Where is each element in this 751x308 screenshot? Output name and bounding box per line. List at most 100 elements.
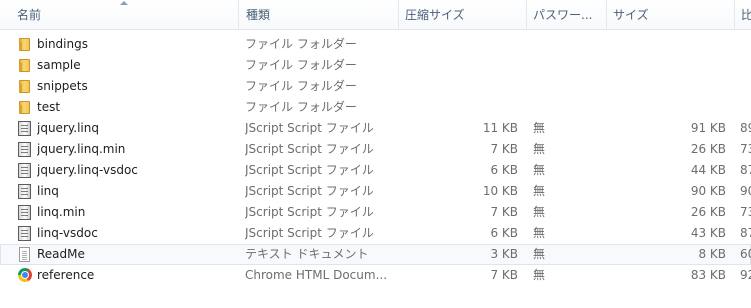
file-password bbox=[533, 34, 593, 55]
file-name: test bbox=[37, 100, 61, 114]
file-icon-cell bbox=[17, 181, 35, 202]
file-icon-cell bbox=[17, 202, 35, 223]
file-password bbox=[533, 97, 593, 118]
file-password: 無 bbox=[533, 163, 546, 177]
file-password: 無 bbox=[533, 142, 546, 156]
file-compressed-size bbox=[404, 34, 518, 55]
folder-icon bbox=[19, 59, 30, 72]
script-file-icon bbox=[18, 184, 31, 199]
file-ratio: 87 bbox=[740, 163, 751, 177]
file-size: 8 KB bbox=[698, 247, 726, 261]
file-password: 無 bbox=[533, 268, 546, 282]
file-size: 44 KB bbox=[690, 163, 726, 177]
column-header-bar: 名前 種類 圧縮サイズ パスワー... サイズ 比 bbox=[0, 0, 751, 30]
file-name: jquery.linq-vsdoc bbox=[37, 163, 138, 177]
file-type: JScript Script ファイル bbox=[245, 205, 374, 219]
file-icon-cell bbox=[17, 223, 35, 244]
file-icon-cell bbox=[17, 160, 35, 181]
file-ratio bbox=[740, 76, 751, 97]
file-icon-cell bbox=[17, 118, 35, 139]
file-ratio: 92 bbox=[740, 268, 751, 282]
column-divider[interactable] bbox=[526, 0, 527, 29]
file-icon-cell bbox=[17, 97, 35, 118]
file-name: linq-vsdoc bbox=[37, 226, 98, 240]
file-compressed-size: 10 KB bbox=[482, 184, 518, 198]
file-row[interactable]: linq JScript Script ファイル 10 KB 無 90 KB 90 bbox=[0, 181, 751, 202]
file-password: 無 bbox=[533, 226, 546, 240]
file-size: 43 KB bbox=[690, 226, 726, 240]
file-icon-cell bbox=[17, 265, 35, 286]
file-row[interactable]: snippets ファイル フォルダー bbox=[0, 76, 751, 97]
folder-icon bbox=[19, 80, 30, 93]
file-size: 83 KB bbox=[690, 268, 726, 282]
file-row[interactable]: jquery.linq.min JScript Script ファイル 7 KB 無 2… bbox=[0, 139, 751, 160]
file-name: bindings bbox=[37, 37, 88, 51]
column-header-compressed-size[interactable]: 圧縮サイズ bbox=[400, 0, 524, 29]
file-row[interactable]: reference Chrome HTML Docum... 7 KB 無 83 KB 9… bbox=[0, 265, 751, 286]
file-size: 26 KB bbox=[690, 142, 726, 156]
folder-icon bbox=[19, 101, 30, 114]
file-compressed-size: 7 KB bbox=[490, 205, 518, 219]
file-name: jquery.linq.min bbox=[37, 142, 126, 156]
file-icon-cell bbox=[17, 76, 35, 97]
column-header-type[interactable]: 種類 bbox=[241, 0, 396, 29]
script-file-icon bbox=[18, 226, 31, 241]
file-type: ファイル フォルダー bbox=[245, 58, 357, 72]
file-list-pane: 名前 種類 圧縮サイズ パスワー... サイズ 比 bindings ファイル フ… bbox=[0, 0, 751, 308]
file-size bbox=[610, 97, 726, 118]
file-name: jquery.linq bbox=[37, 121, 99, 135]
file-row[interactable]: jquery.linq JScript Script ファイル 11 KB 無 91 K… bbox=[0, 118, 751, 139]
file-ratio: 60 bbox=[740, 247, 751, 261]
column-divider[interactable] bbox=[398, 0, 399, 29]
file-password: 無 bbox=[533, 121, 546, 135]
file-ratio: 87 bbox=[740, 226, 751, 240]
file-type: ファイル フォルダー bbox=[245, 37, 357, 51]
column-divider[interactable] bbox=[734, 0, 735, 29]
file-password: 無 bbox=[533, 184, 546, 198]
script-file-icon bbox=[18, 163, 31, 178]
file-ratio bbox=[740, 55, 751, 76]
file-icon-cell bbox=[17, 34, 35, 55]
file-icon-cell bbox=[17, 55, 35, 76]
folder-icon bbox=[19, 38, 30, 51]
file-type: ファイル フォルダー bbox=[245, 100, 357, 114]
file-name: sample bbox=[37, 58, 81, 72]
file-type: JScript Script ファイル bbox=[245, 142, 374, 156]
file-name: linq bbox=[37, 184, 59, 198]
column-divider[interactable] bbox=[238, 0, 239, 29]
file-row[interactable]: test ファイル フォルダー bbox=[0, 97, 751, 118]
column-header-size[interactable]: サイズ bbox=[608, 0, 732, 29]
file-row[interactable]: sample ファイル フォルダー bbox=[0, 55, 751, 76]
file-type: ファイル フォルダー bbox=[245, 79, 357, 93]
file-compressed-size bbox=[404, 97, 518, 118]
file-name: reference bbox=[37, 268, 95, 282]
file-type: JScript Script ファイル bbox=[245, 121, 374, 135]
file-compressed-size: 11 KB bbox=[482, 121, 518, 135]
file-compressed-size: 7 KB bbox=[490, 142, 518, 156]
file-row[interactable]: jquery.linq-vsdoc JScript Script ファイル 6 KB… bbox=[0, 160, 751, 181]
file-compressed-size: 6 KB bbox=[490, 163, 518, 177]
file-size bbox=[610, 76, 726, 97]
file-size bbox=[610, 34, 726, 55]
file-password: 無 bbox=[533, 247, 546, 261]
file-list: bindings ファイル フォルダー sample ファイル フォルダー snippe… bbox=[0, 34, 751, 286]
file-ratio bbox=[740, 34, 751, 55]
file-row[interactable]: linq-vsdoc JScript Script ファイル 6 KB 無 43 KB 8… bbox=[0, 223, 751, 244]
file-compressed-size bbox=[404, 76, 518, 97]
file-name: linq.min bbox=[37, 205, 86, 219]
column-divider[interactable] bbox=[606, 0, 607, 29]
file-type: テキスト ドキュメント bbox=[245, 247, 369, 261]
script-file-icon bbox=[18, 205, 31, 220]
file-row[interactable]: bindings ファイル フォルダー bbox=[0, 34, 751, 55]
file-ratio: 73 bbox=[740, 205, 751, 219]
column-header-ratio[interactable]: 比 bbox=[736, 0, 751, 29]
column-header-password[interactable]: パスワー... bbox=[528, 0, 604, 29]
file-size bbox=[610, 55, 726, 76]
file-compressed-size: 3 KB bbox=[490, 247, 518, 261]
file-row[interactable]: linq.min JScript Script ファイル 7 KB 無 26 KB 73 bbox=[0, 202, 751, 223]
file-row[interactable]: ReadMe テキスト ドキュメント 3 KB 無 8 KB 60 bbox=[0, 244, 751, 265]
file-size: 90 KB bbox=[690, 184, 726, 198]
file-password bbox=[533, 76, 593, 97]
column-header-name[interactable]: 名前 bbox=[12, 0, 236, 29]
file-ratio: 89 bbox=[740, 121, 751, 135]
